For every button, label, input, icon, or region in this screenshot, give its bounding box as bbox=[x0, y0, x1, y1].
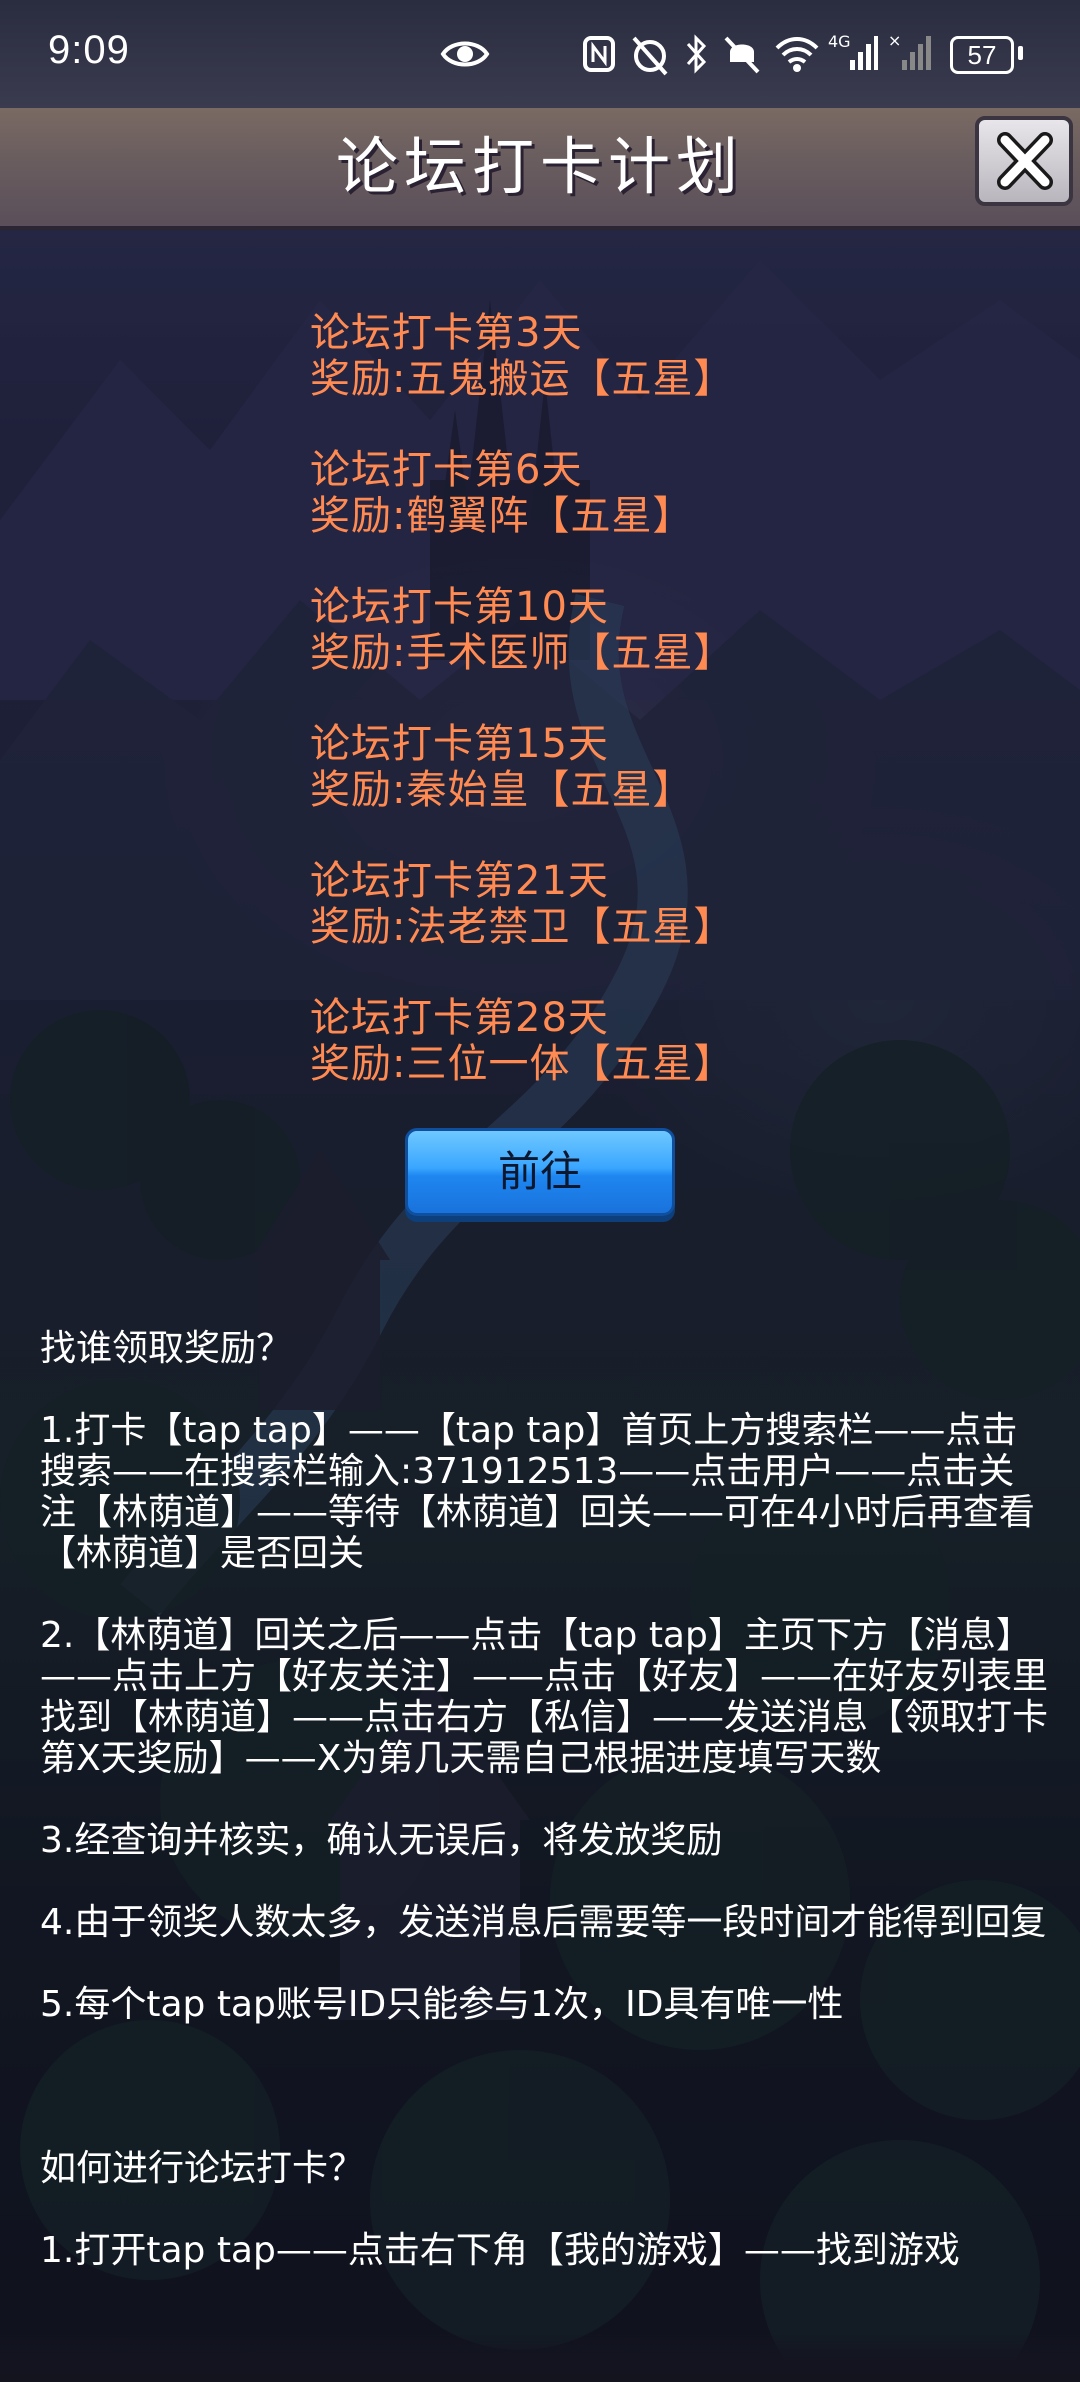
reward-list: 论坛打卡第3天 奖励:五鬼搬运【五星】 论坛打卡第6天 奖励:鹤翼阵【五星】 论… bbox=[310, 310, 1010, 1132]
instruction-step-2: 2.【林荫道】回关之后——点击【tap tap】主页下方【消息】——点击上方【好… bbox=[40, 1615, 1049, 1779]
instructions-text: 找谁领取奖励？ 1.打卡【tap tap】——【tap tap】首页上方搜索栏—… bbox=[40, 1328, 1050, 2271]
status-icons: 4G × 57 bbox=[440, 30, 1040, 78]
header-bar: 论坛打卡计划 bbox=[0, 108, 1080, 230]
instruction-step-3: 3.经查询并核实，确认无误后，将发放奖励 bbox=[40, 1820, 723, 1861]
content-area: 论坛打卡第3天 奖励:五鬼搬运【五星】 论坛打卡第6天 奖励:鹤翼阵【五星】 论… bbox=[0, 230, 1080, 2382]
reward-name-label: 奖励:三位一体【五星】 bbox=[310, 1041, 735, 1087]
reward-day-label: 论坛打卡第3天 bbox=[310, 310, 583, 356]
instruction-step-4: 4.由于领奖人数太多，发送消息后需要等一段时间才能得到回复 bbox=[40, 1902, 1047, 1943]
mute-icon bbox=[722, 30, 762, 78]
reward-name-label: 奖励:鹤翼阵【五星】 bbox=[310, 493, 694, 539]
reward-item-day-15: 论坛打卡第15天 奖励:秦始皇【五星】 bbox=[310, 721, 1010, 858]
status-bar: 9:09 4G × 57 bbox=[0, 0, 1080, 108]
reward-item-day-10: 论坛打卡第10天 奖励:手术医师【五星】 bbox=[310, 584, 1010, 721]
reward-day-label: 论坛打卡第10天 bbox=[310, 584, 609, 630]
reward-day-label: 论坛打卡第28天 bbox=[310, 995, 609, 1041]
svg-text:×: × bbox=[888, 31, 901, 50]
page-title: 论坛打卡计划 bbox=[335, 130, 744, 203]
reward-day-label: 论坛打卡第15天 bbox=[310, 721, 609, 767]
how-to-step-1: 1.打开tap tap——点击右下角【我的游戏】——找到游戏 bbox=[40, 2230, 960, 2271]
how-to-checkin-heading: 如何进行论坛打卡？ bbox=[40, 2148, 365, 2189]
reward-day-label: 论坛打卡第21天 bbox=[310, 858, 609, 904]
battery-level: 57 bbox=[950, 36, 1014, 74]
go-button[interactable]: 前往 bbox=[405, 1128, 675, 1216]
close-icon bbox=[997, 132, 1053, 190]
battery-icon bbox=[1018, 46, 1023, 60]
signal-strength-icon bbox=[828, 30, 878, 78]
reward-name-label: 奖励:秦始皇【五星】 bbox=[310, 767, 694, 813]
who-to-claim-heading: 找谁领取奖励？ bbox=[40, 1328, 293, 1369]
wifi-icon bbox=[774, 30, 820, 78]
alarm-off-icon bbox=[630, 30, 670, 78]
close-button[interactable] bbox=[975, 116, 1073, 206]
reward-name-label: 奖励:法老禁卫【五星】 bbox=[310, 904, 735, 950]
instruction-step-5: 5.每个tap tap账号ID只能参与1次，ID具有唯一性 bbox=[40, 1984, 844, 2025]
reward-item-day-21: 论坛打卡第21天 奖励:法老禁卫【五星】 bbox=[310, 858, 1010, 995]
status-time: 9:09 bbox=[48, 28, 130, 72]
reward-item-day-6: 论坛打卡第6天 奖励:鹤翼阵【五星】 bbox=[310, 447, 1010, 584]
instruction-step-1: 1.打卡【tap tap】——【tap tap】首页上方搜索栏——点击搜索——在… bbox=[40, 1410, 1035, 1574]
reward-name-label: 奖励:五鬼搬运【五星】 bbox=[310, 356, 735, 402]
eye-icon bbox=[440, 30, 490, 78]
bottom-fade bbox=[0, 2330, 1080, 2382]
reward-name-label: 奖励:手术医师【五星】 bbox=[310, 630, 735, 676]
bluetooth-icon bbox=[684, 30, 710, 78]
reward-day-label: 论坛打卡第6天 bbox=[310, 447, 583, 493]
nfc-icon bbox=[582, 30, 616, 78]
signal-no-service-icon: × bbox=[888, 30, 938, 78]
reward-item-day-28: 论坛打卡第28天 奖励:三位一体【五星】 bbox=[310, 995, 1010, 1132]
reward-item-day-3: 论坛打卡第3天 奖励:五鬼搬运【五星】 bbox=[310, 310, 1010, 447]
